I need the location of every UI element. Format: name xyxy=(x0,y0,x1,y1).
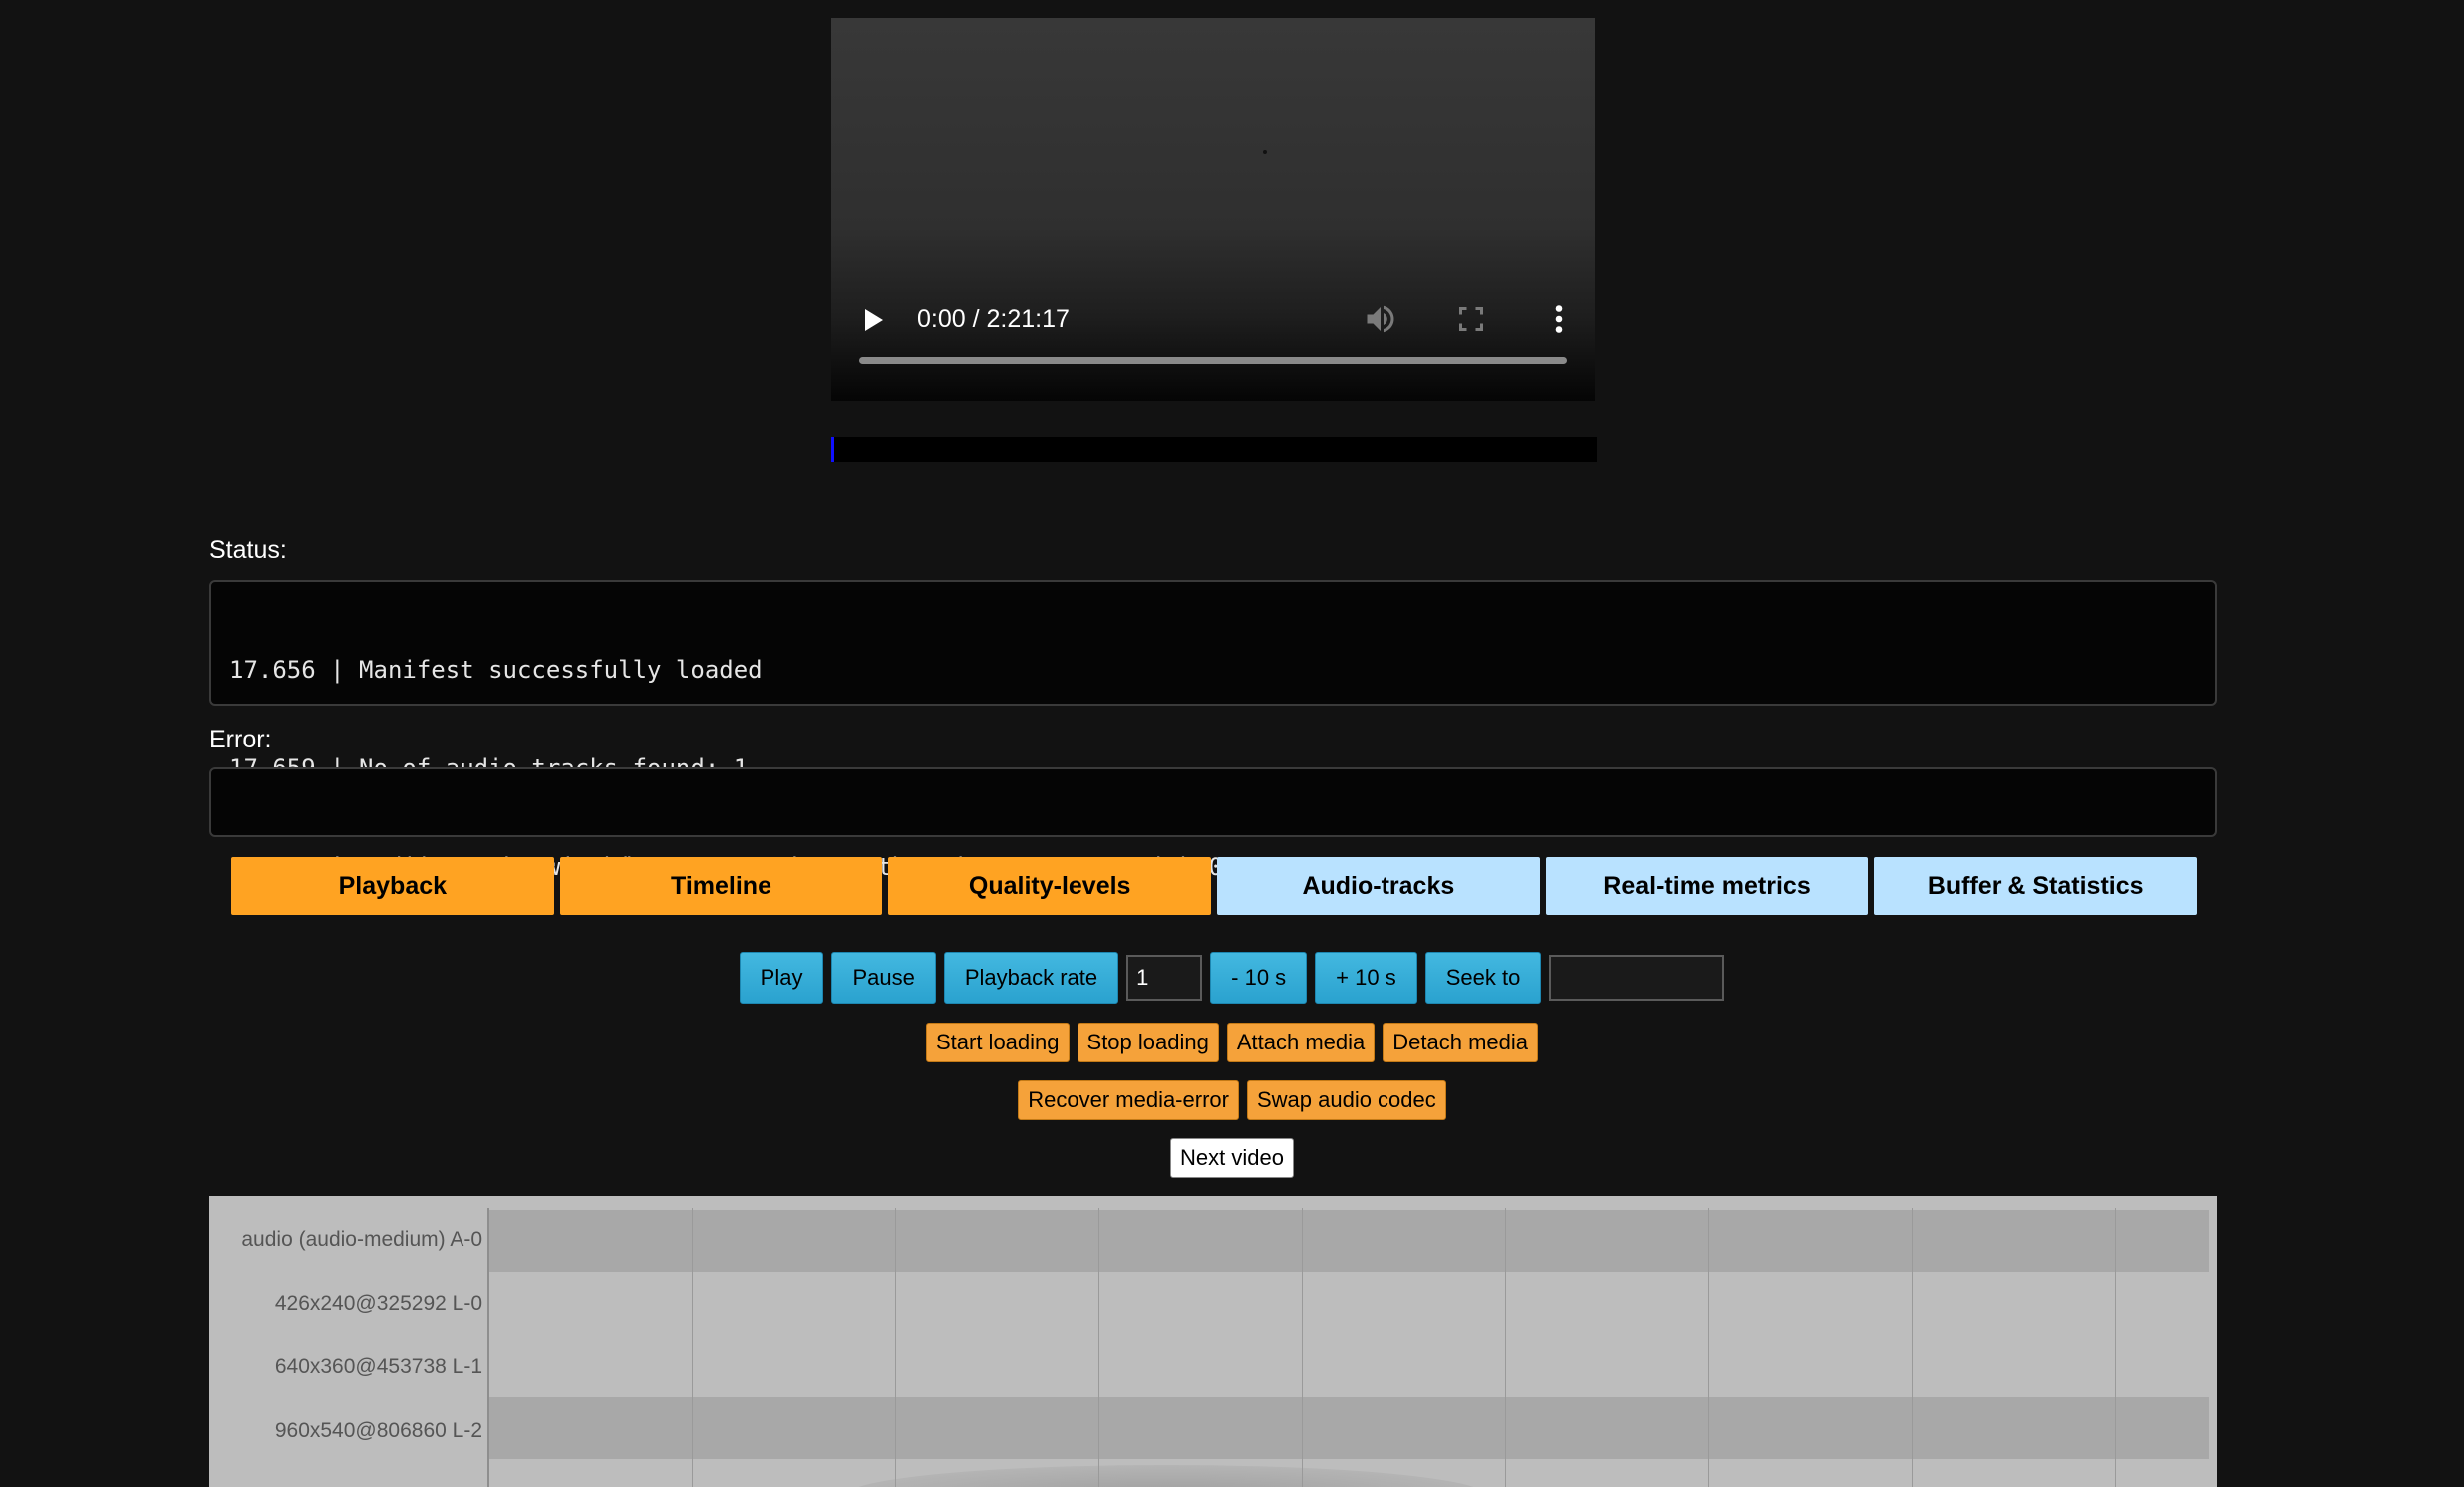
tab-playback[interactable]: Playback xyxy=(231,857,554,915)
timeline-grid-line xyxy=(1302,1208,1303,1487)
seek-to-input[interactable] xyxy=(1549,955,1725,1001)
recovery-controls: Recover media-error Swap audio codec xyxy=(0,1080,2464,1120)
swap-audio-codec-button[interactable]: Swap audio codec xyxy=(1246,1080,1446,1120)
tab-timeline[interactable]: Timeline xyxy=(559,857,883,915)
timeline-track-label: audio (audio-medium) A-0 xyxy=(241,1228,482,1251)
status-label: Status: xyxy=(209,536,287,564)
tab-bar: Playback Timeline Quality-levels Audio-t… xyxy=(231,857,2198,915)
tab-buffer-statistics[interactable]: Buffer & Statistics xyxy=(1874,857,2198,915)
timeline-track-label: 426x240@325292 L-0 xyxy=(274,1292,482,1315)
seek-back-10-button[interactable]: - 10 s xyxy=(1210,952,1308,1004)
detach-media-button[interactable]: Detach media xyxy=(1383,1023,1538,1062)
video-player[interactable]: 0:00 / 2:21:17 xyxy=(831,18,1595,401)
timeline-track-band xyxy=(488,1336,2209,1397)
recover-media-error-button[interactable]: Recover media-error xyxy=(1018,1080,1239,1120)
timeline-grid-line xyxy=(1098,1208,1099,1487)
timeline-track-label: 640x360@453738 L-1 xyxy=(274,1355,482,1378)
playback-controls: Play Pause Playback rate - 10 s + 10 s S… xyxy=(0,952,2464,1004)
status-line: 17.656 | Manifest successfully loaded xyxy=(229,656,763,684)
timeline-axis xyxy=(487,1208,489,1487)
pause-button[interactable]: Pause xyxy=(831,952,936,1004)
status-log: 17.656 | Manifest successfully loaded 17… xyxy=(209,580,2217,881)
timeline-fragment-shadow xyxy=(847,1465,1485,1487)
video-loading-dot xyxy=(1263,150,1267,154)
playback-rate-input[interactable] xyxy=(1126,955,1203,1001)
video-controls: 0:00 / 2:21:17 xyxy=(831,287,1595,401)
timeline-grid-line xyxy=(1912,1208,1913,1487)
buffer-played-indicator xyxy=(831,437,834,462)
timeline-grid-line xyxy=(1708,1208,1709,1487)
time-display: 0:00 / 2:21:17 xyxy=(917,305,1070,333)
buffer-bar xyxy=(831,437,1597,462)
next-video-button[interactable]: Next video xyxy=(1170,1138,1294,1178)
playback-rate-button[interactable]: Playback rate xyxy=(943,952,1119,1004)
timeline-track-band xyxy=(488,1397,2209,1459)
timeline-track-label: 960x540@806860 L-2 xyxy=(274,1419,482,1442)
loading-controls: Start loading Stop loading Attach media … xyxy=(0,1023,2464,1062)
timeline-grid-line xyxy=(692,1208,693,1487)
volume-icon[interactable] xyxy=(1363,301,1398,337)
timeline-grid-line xyxy=(2115,1208,2116,1487)
play-icon[interactable] xyxy=(865,309,883,331)
play-button[interactable]: Play xyxy=(739,952,824,1004)
error-log: 18.061 | Parsing error:Found 507 TS pack… xyxy=(209,767,2217,881)
tab-quality-levels[interactable]: Quality-levels xyxy=(888,857,1212,915)
seek-forward-10-button[interactable]: + 10 s xyxy=(1315,952,1417,1004)
tab-audio-tracks[interactable]: Audio-tracks xyxy=(1217,857,1540,915)
error-label: Error: xyxy=(209,726,272,753)
tab-real-time-metrics[interactable]: Real-time metrics xyxy=(1545,857,1869,915)
stop-loading-button[interactable]: Stop loading xyxy=(1077,1023,1219,1062)
timeline-track-band xyxy=(488,1210,2209,1272)
fullscreen-icon[interactable] xyxy=(1453,301,1489,337)
more-vertical-icon[interactable] xyxy=(1541,301,1577,337)
timeline-chart[interactable]: audio (audio-medium) A-0 426x240@325292 … xyxy=(209,1196,2217,1487)
page: 0:00 / 2:21:17 Status: 17.656 | Manifest… xyxy=(0,0,2464,1487)
start-loading-button[interactable]: Start loading xyxy=(925,1023,1070,1062)
next-video-row: Next video xyxy=(0,1138,2464,1178)
attach-media-button[interactable]: Attach media xyxy=(1226,1023,1376,1062)
timeline-grid-line xyxy=(1505,1208,1506,1487)
seek-to-button[interactable]: Seek to xyxy=(1424,952,1542,1004)
timeline-grid-line xyxy=(895,1208,896,1487)
timeline-track-band xyxy=(488,1272,2209,1334)
video-progress-bar[interactable] xyxy=(859,357,1567,364)
